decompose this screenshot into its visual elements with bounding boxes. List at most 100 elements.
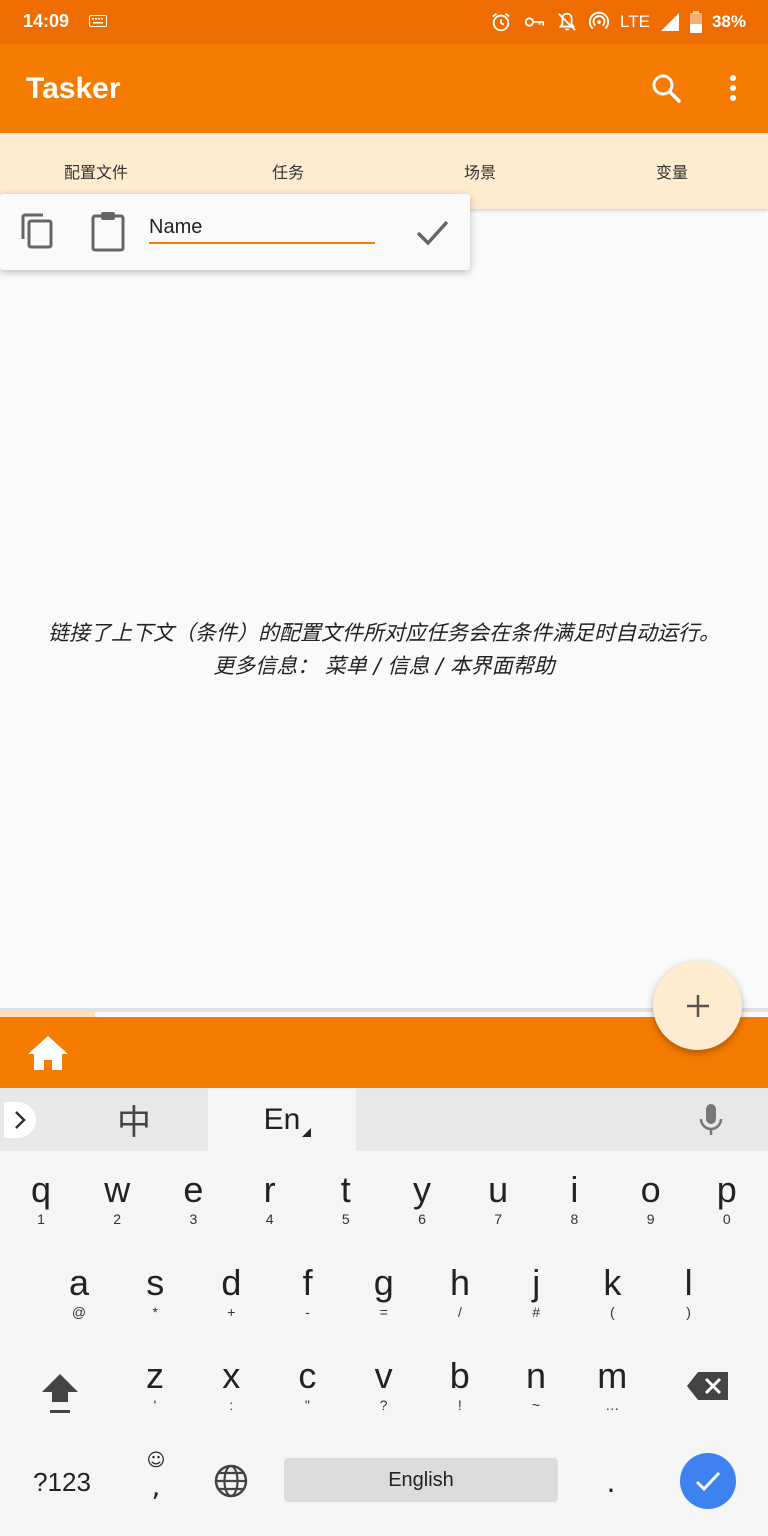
key-secondary-label: 7 — [494, 1211, 503, 1227]
battery-percent: 38% — [711, 12, 746, 31]
key-secondary-label: @ — [71, 1304, 87, 1320]
key-b[interactable]: b! — [422, 1356, 498, 1436]
key-i[interactable]: i8 — [536, 1170, 612, 1250]
key-label: g — [373, 1262, 394, 1303]
globe-icon[interactable] — [212, 1462, 250, 1500]
key-o[interactable]: o9 — [613, 1170, 689, 1250]
key-label: o — [640, 1169, 661, 1210]
key-secondary-label: + — [227, 1304, 236, 1320]
keyboard-icon — [89, 15, 107, 27]
add-button[interactable] — [653, 961, 742, 1050]
keyboard-toolbar: 中 En — [0, 1088, 768, 1151]
key-secondary-label: = — [379, 1304, 388, 1320]
key-v[interactable]: v? — [346, 1356, 422, 1436]
key-label: t — [340, 1169, 351, 1210]
tab-variables[interactable]: 变量 — [576, 133, 768, 209]
key-label: f — [302, 1262, 313, 1303]
emoji-comma-key[interactable]: ☺ , — [136, 1450, 176, 1510]
key-q[interactable]: q1 — [3, 1170, 79, 1250]
key-f[interactable]: f- — [270, 1263, 346, 1343]
key-p[interactable]: p0 — [689, 1170, 765, 1250]
key-k[interactable]: k( — [574, 1263, 650, 1343]
key-label: s — [146, 1262, 165, 1303]
search-icon[interactable] — [646, 66, 686, 110]
key-label: p — [716, 1169, 737, 1210]
key-label: l — [684, 1262, 693, 1303]
key-label: w — [104, 1169, 131, 1210]
key-d[interactable]: d + — [193, 1263, 269, 1343]
app-title: Tasker — [26, 72, 121, 105]
key-label: i — [570, 1169, 579, 1210]
key-g[interactable]: g = — [346, 1263, 422, 1343]
help-line-1: 链接了上下文（条件）的配置文件所对应任务会在条件满足时自动运行。 — [48, 621, 720, 645]
key-label: x — [222, 1355, 241, 1396]
more-vert-icon[interactable] — [718, 66, 748, 110]
key-x[interactable]: x: — [193, 1356, 269, 1436]
name-input[interactable] — [149, 214, 375, 244]
check-icon[interactable] — [412, 212, 452, 252]
shift-icon[interactable] — [38, 1368, 82, 1416]
key-c[interactable]: c " — [269, 1356, 345, 1436]
key-secondary-label: 9 — [646, 1211, 655, 1227]
chevron-right-icon — [15, 1111, 26, 1129]
empty-state-help: 链接了上下文（条件）的配置文件所对应任务会在条件满足时自动运行。 更多信息： 菜… — [0, 617, 768, 683]
status-icons: LTE 38% — [490, 9, 746, 35]
key-secondary-label: " — [304, 1397, 310, 1413]
key-label: u — [488, 1169, 509, 1210]
check-icon — [695, 1471, 721, 1492]
key-secondary-label: 2 — [113, 1211, 122, 1227]
mic-icon[interactable] — [696, 1102, 726, 1138]
lang-english-label: En — [263, 1102, 301, 1136]
name-popup — [0, 194, 470, 270]
period-key[interactable]: . — [596, 1458, 626, 1508]
key-secondary-label: * — [152, 1304, 158, 1320]
key-u[interactable]: u7 — [460, 1170, 536, 1250]
backspace-icon[interactable] — [686, 1370, 730, 1402]
lang-chinese-button[interactable]: 中 — [60, 1088, 208, 1151]
key-label: r — [263, 1169, 276, 1210]
key-t[interactable]: t5 — [308, 1170, 384, 1250]
expand-toolbar-button[interactable] — [4, 1102, 36, 1138]
key-label: b — [449, 1355, 470, 1396]
enter-button[interactable] — [680, 1453, 736, 1509]
help-line-2: 更多信息： 菜单 / 信息 / 本界面帮助 — [213, 654, 555, 678]
lang-english-button[interactable]: En — [208, 1088, 356, 1151]
key-label: e — [183, 1169, 204, 1210]
key-l[interactable]: l) — [651, 1263, 727, 1343]
key-e[interactable]: e3 — [155, 1170, 231, 1250]
key-m[interactable]: m… — [574, 1356, 650, 1436]
key-n[interactable]: n ~ — [498, 1356, 574, 1436]
space-key[interactable]: English — [284, 1458, 558, 1502]
corner-mark-icon — [302, 1128, 311, 1137]
key-label: n — [525, 1355, 547, 1396]
key-j[interactable]: j # — [498, 1263, 574, 1343]
notifications-off-icon — [558, 12, 576, 31]
status-time: 14:09 — [23, 11, 70, 31]
key-label: d — [221, 1262, 242, 1303]
add-icon — [686, 994, 709, 1017]
copy-icon[interactable] — [17, 211, 57, 251]
key-label: k — [603, 1262, 622, 1303]
key-label: q — [30, 1169, 52, 1210]
key-secondary-label: ! — [457, 1397, 462, 1413]
key-w[interactable]: w2 — [79, 1170, 155, 1250]
paste-icon[interactable] — [88, 209, 128, 253]
key-h[interactable]: h / — [422, 1263, 498, 1343]
key-label: j — [532, 1262, 541, 1303]
app-bar: Tasker — [0, 44, 768, 133]
key-y[interactable]: y6 — [384, 1170, 460, 1250]
key-secondary-label: ? — [379, 1397, 388, 1413]
key-a[interactable]: a @ — [41, 1263, 117, 1343]
key-z[interactable]: z ' — [117, 1356, 193, 1436]
key-secondary-label: : — [229, 1397, 234, 1413]
key-secondary-label: - — [305, 1304, 310, 1320]
key-s[interactable]: s * — [117, 1263, 193, 1343]
hotspot-icon — [588, 11, 610, 30]
comma-label: , — [151, 1470, 161, 1503]
key-secondary-label: / — [458, 1304, 462, 1320]
home-icon[interactable] — [26, 1033, 70, 1073]
key-label: y — [413, 1169, 431, 1210]
key-label: a — [68, 1262, 90, 1303]
key-r[interactable]: r4 — [232, 1170, 308, 1250]
symbols-key[interactable]: ?123 — [20, 1462, 104, 1502]
